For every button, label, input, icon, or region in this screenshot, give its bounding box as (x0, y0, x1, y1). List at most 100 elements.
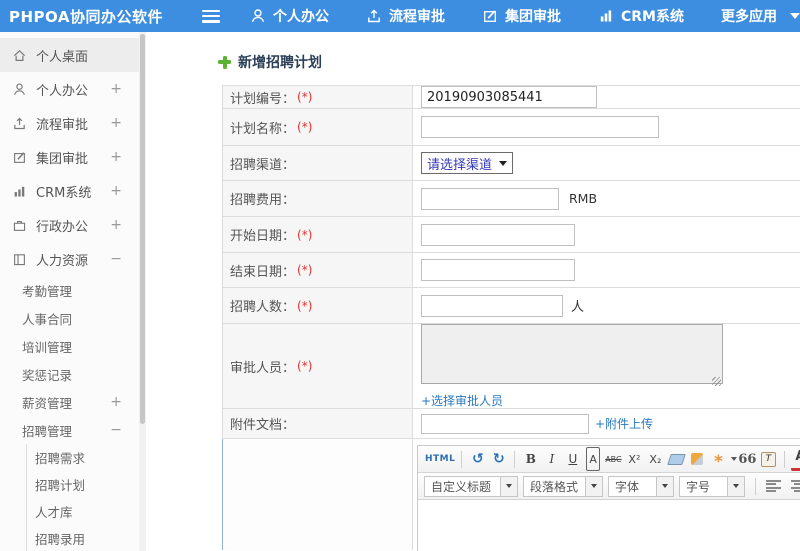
sidebar-item-recruit-management[interactable]: 招聘管理 − (0, 416, 146, 444)
font-color-button[interactable]: A (790, 448, 800, 471)
sidebar-item-workflow-approval[interactable]: 流程审批 + (0, 106, 146, 140)
sidebar-item-admin-office[interactable]: 行政办公 + (0, 208, 146, 242)
sidebar-scrollbar[interactable] (139, 32, 146, 551)
main-content: 新增招聘计划 计划编号：(*) 计划名称：(*) 招聘渠道： 请选择渠道 (146, 32, 800, 551)
collapse-toggle[interactable]: − (110, 251, 122, 267)
sidebar-item-human-resources[interactable]: 人力资源 − (0, 242, 146, 276)
channel-select[interactable]: 请选择渠道 (421, 152, 514, 174)
sidebar-item-hr-contract[interactable]: 人事合同 (0, 304, 146, 332)
format-brush-icon[interactable] (688, 449, 707, 469)
align-left-icon[interactable] (766, 480, 781, 492)
blockquote-button[interactable]: 66 (738, 449, 757, 469)
plan-number-input[interactable] (421, 86, 597, 108)
field-label: 开始日期： (*) (223, 217, 413, 252)
required-mark: (*) (297, 298, 313, 313)
expand-toggle[interactable]: + (110, 217, 122, 233)
expand-toggle[interactable]: + (110, 115, 122, 131)
start-date-input[interactable] (421, 223, 575, 246)
approver-textarea[interactable] (421, 323, 723, 384)
menu-toggle-icon[interactable] (202, 9, 220, 23)
italic-button[interactable]: I (542, 449, 561, 469)
sidebar-item-salary[interactable]: 薪资管理 + (0, 388, 146, 416)
attachment-input[interactable] (421, 413, 589, 434)
sidebar-item-recruit-demand[interactable]: 招聘需求 (27, 444, 146, 471)
custom-title-combo[interactable]: 自定义标题 (424, 475, 518, 497)
workflow-icon (368, 9, 380, 23)
form-row-plan-name: 计划名称： (*) (223, 109, 800, 146)
eraser-icon[interactable] (667, 449, 686, 469)
expand-toggle[interactable]: + (110, 149, 122, 165)
align-center-icon[interactable] (791, 480, 800, 492)
subscript-button[interactable]: X₂ (646, 449, 665, 469)
workflow-icon (14, 117, 25, 129)
topnav-crm-system[interactable]: CRM系统 (598, 6, 684, 26)
autotypeset-icon[interactable] (709, 449, 728, 469)
sidebar-item-label: 招聘录用 (35, 532, 86, 547)
topnav-label: 更多应用 (721, 9, 777, 25)
form-row-end-date: 结束日期： (*) (223, 253, 800, 288)
recruit-fee-input[interactable] (421, 187, 559, 210)
required-mark: (*) (297, 90, 313, 104)
required-mark: (*) (297, 359, 313, 373)
paste-icon[interactable]: T (759, 449, 778, 469)
html-source-button[interactable]: HTML (425, 449, 455, 469)
font-border-button[interactable]: A (586, 447, 600, 471)
bar-chart-icon (600, 10, 612, 22)
page-title-text: 新增招聘计划 (238, 55, 322, 71)
form-row-start-date: 开始日期： (*) (223, 217, 800, 253)
form-row-plan-number: 计划编号： (*) (223, 86, 800, 109)
topnav-label: 个人办公 (273, 9, 329, 25)
caret-down-icon (585, 476, 602, 496)
undo-icon[interactable] (468, 449, 487, 469)
topnav-group-approval[interactable]: 集团审批 (482, 6, 561, 26)
end-date-input[interactable] (421, 259, 575, 281)
form-row-attachment: 附件文档： +附件上传 (223, 409, 800, 439)
sidebar-item-reward-punishment[interactable]: 奖惩记录 (0, 360, 146, 388)
edit-icon (14, 151, 25, 163)
sidebar-item-training[interactable]: 培训管理 (0, 332, 146, 360)
scrollbar-thumb[interactable] (140, 34, 145, 424)
topnav-more-apps[interactable]: 更多应用 (721, 6, 800, 26)
user-icon (251, 9, 265, 23)
sidebar-item-personal-desktop[interactable]: 个人桌面 (0, 38, 146, 72)
form-row-approver: 审批人员： (*) +选择审批人员 (223, 323, 800, 409)
book-icon (14, 253, 25, 265)
topnav-workflow-approval[interactable]: 流程审批 (366, 6, 445, 26)
sidebar-item-personal-office[interactable]: 个人办公 + (0, 72, 146, 106)
caret-down-icon[interactable] (730, 457, 737, 461)
headcount-unit-label: 人 (571, 300, 585, 315)
strikethrough-button[interactable]: ABC (604, 449, 623, 469)
underline-button[interactable]: U (563, 449, 582, 469)
expand-toggle[interactable]: + (110, 394, 122, 410)
font-size-combo[interactable]: 字号 (679, 475, 745, 497)
required-mark: (*) (297, 120, 313, 134)
expand-toggle[interactable]: + (110, 183, 122, 199)
headcount-input[interactable] (421, 294, 563, 317)
topnav-personal-office[interactable]: 个人办公 (250, 6, 329, 26)
superscript-button[interactable]: X² (625, 449, 644, 469)
expand-toggle[interactable]: + (110, 81, 122, 97)
sidebar-item-crm-system[interactable]: CRM系统 + (0, 174, 146, 208)
sidebar-item-recruit-plan[interactable]: 招聘计划 (27, 471, 146, 498)
add-plus-icon (218, 55, 231, 69)
sidebar-item-attendance[interactable]: 考勤管理 (0, 276, 146, 304)
paragraph-format-combo[interactable]: 段落格式 (523, 475, 603, 497)
redo-icon[interactable] (489, 449, 508, 469)
form-row-recruit-fee: 招聘费用： RMB (223, 181, 800, 217)
top-navbar: PHPOA协同办公软件 个人办公 流程审批 集团审批 CRM系统 更多应用 (0, 0, 800, 32)
editor-content-area[interactable] (418, 500, 800, 551)
bold-button[interactable]: B (521, 449, 540, 469)
sidebar-item-label: 流程审批 (36, 117, 89, 133)
font-family-combo[interactable]: 字体 (608, 475, 674, 497)
sidebar-item-label: 招聘计划 (35, 478, 86, 493)
sidebar-item-group-approval[interactable]: 集团审批 + (0, 140, 146, 174)
required-mark: (*) (297, 227, 313, 242)
sidebar-item-talent-pool[interactable]: 人才库 (27, 498, 146, 525)
plan-name-input[interactable] (421, 116, 659, 138)
sidebar-item-recruit-hire[interactable]: 招聘录用 (27, 525, 146, 551)
select-approver-link[interactable]: +选择审批人员 (421, 392, 503, 409)
sidebar-item-label: 人力资源 (36, 253, 89, 269)
collapse-toggle[interactable]: − (110, 422, 122, 438)
form-row-content-editor: HTML B I U A ABC X² X₂ (222, 439, 800, 551)
attachment-upload-link[interactable]: +附件上传 (595, 415, 653, 432)
